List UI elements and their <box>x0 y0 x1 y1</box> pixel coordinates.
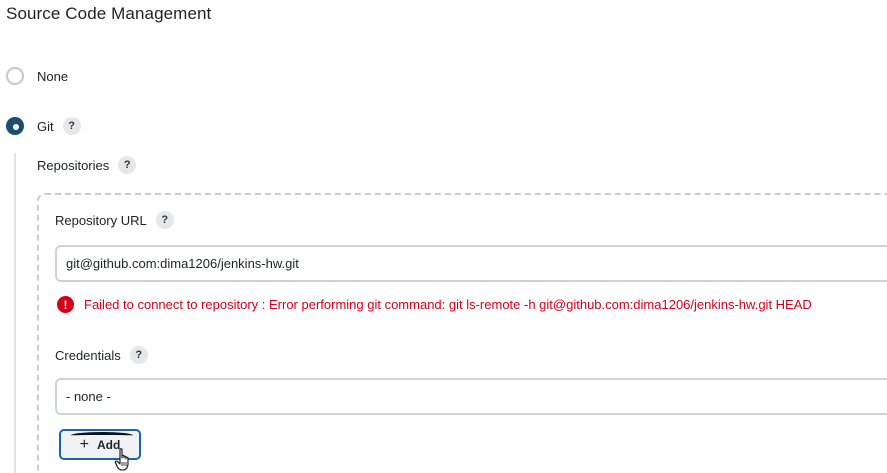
radio-git[interactable] <box>6 117 24 135</box>
repo-url-input[interactable]: git@github.com:dima1206/jenkins-hw.git <box>55 245 887 282</box>
error-icon: ! <box>57 296 74 313</box>
radio-none[interactable] <box>6 67 24 85</box>
repositories-heading: Repositories ? <box>37 156 137 174</box>
help-icon[interactable]: ? <box>118 156 137 174</box>
credentials-select[interactable]: - none - <box>55 378 887 415</box>
repository-panel <box>37 193 887 473</box>
help-icon[interactable]: ? <box>129 346 148 364</box>
help-icon[interactable]: ? <box>155 211 174 229</box>
scm-option-git[interactable]: Git ? <box>6 114 81 138</box>
section-title: Source Code Management <box>6 4 212 23</box>
repo-url-value: git@github.com:dima1206/jenkins-hw.git <box>66 256 299 271</box>
repo-url-heading: Repository URL ? <box>55 211 174 229</box>
repo-url-label: Repository URL <box>55 212 147 228</box>
credentials-heading: Credentials ? <box>55 346 148 364</box>
credentials-selected-value: - none - <box>66 389 111 404</box>
credentials-label: Credentials <box>55 347 121 363</box>
repo-error-message: ! Failed to connect to repository : Erro… <box>57 296 812 313</box>
help-icon[interactable]: ? <box>62 117 81 135</box>
button-shadow-line <box>71 432 133 439</box>
git-section-indent-line <box>14 153 16 473</box>
radio-git-label: Git <box>37 118 54 134</box>
hand-cursor-icon <box>114 448 129 471</box>
scm-page: Source Code Management None Git ? Reposi… <box>0 0 887 473</box>
scm-option-none[interactable]: None <box>6 64 68 88</box>
radio-none-label: None <box>37 68 69 84</box>
repo-error-text: Failed to connect to repository : Error … <box>84 297 812 312</box>
repositories-label: Repositories <box>37 157 110 173</box>
